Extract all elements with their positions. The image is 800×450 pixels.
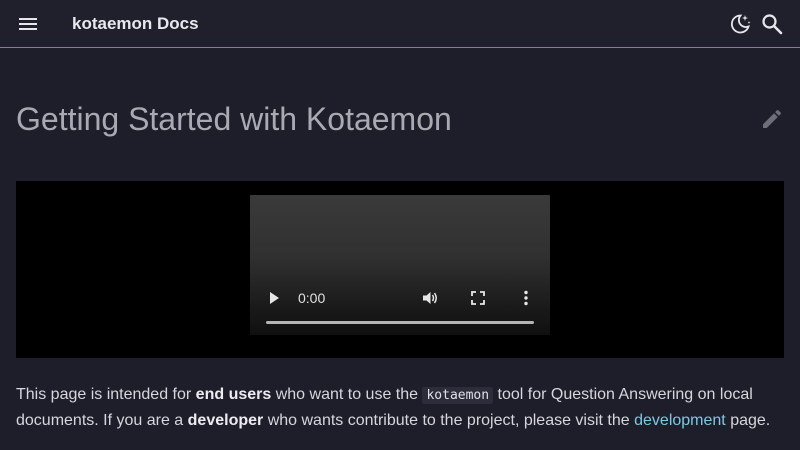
end-users-emphasis: end users: [195, 386, 272, 403]
volume-icon: [423, 292, 437, 304]
page-title: Getting Started with Kotaemon: [16, 101, 452, 137]
intro-paragraph: This page is intended for end users who …: [16, 382, 784, 433]
top-header: kotaemon Docs: [0, 0, 800, 48]
development-link[interactable]: development: [634, 412, 726, 429]
video-time: 0:00: [298, 290, 326, 306]
edit-page-button[interactable]: [760, 107, 784, 131]
video-player[interactable]: 0:00: [250, 195, 550, 335]
video-container: 0:00: [16, 181, 784, 358]
menu-icon: [19, 18, 37, 30]
more-options-button[interactable]: [516, 288, 536, 308]
kotaemon-code: kotaemon: [422, 387, 494, 404]
intro-text-4: who wants contribute to the project, ple…: [263, 412, 635, 429]
more-vertical-icon: [524, 290, 528, 306]
fullscreen-icon: [471, 291, 485, 305]
theme-moon-icon: [731, 14, 751, 34]
play-icon: [270, 292, 279, 304]
intro-text-2: who want to use the: [271, 386, 423, 403]
site-title[interactable]: kotaemon Docs: [72, 13, 199, 35]
intro-text-5: page.: [725, 412, 771, 429]
fullscreen-button[interactable]: [468, 288, 488, 308]
developer-emphasis: developer: [187, 412, 264, 429]
edit-pencil-icon: [763, 109, 782, 128]
video-progress-bar[interactable]: [266, 321, 534, 324]
volume-button[interactable]: [420, 288, 440, 308]
intro-text-1: This page is intended for: [16, 386, 196, 403]
menu-button[interactable]: [16, 12, 40, 36]
theme-toggle-button[interactable]: [728, 12, 752, 36]
play-button[interactable]: [264, 288, 284, 308]
search-icon: [762, 14, 783, 35]
search-button[interactable]: [760, 12, 784, 36]
